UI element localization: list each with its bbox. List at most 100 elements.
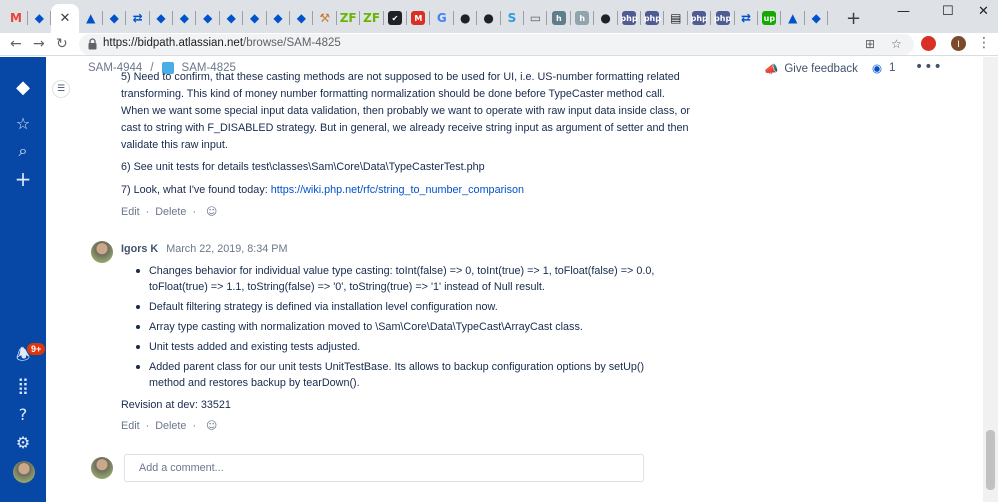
reload-button[interactable]: ↻ — [56, 36, 68, 52]
comment-item-6: 6) See unit tests for details test\class… — [121, 161, 485, 173]
rfc-link[interactable]: https://wiki.php.net/rfc/string_to_numbe… — [271, 184, 524, 196]
add-reaction-icon[interactable]: ☺ — [206, 205, 217, 218]
extension-stop-icon[interactable] — [921, 36, 936, 51]
create-icon[interactable]: + — [13, 167, 33, 191]
browser-tab[interactable]: ◆ — [244, 5, 266, 31]
minimize-button[interactable]: — — [897, 4, 910, 19]
browser-tab[interactable]: M — [407, 5, 429, 31]
delete-comment-button[interactable]: Delete — [155, 420, 186, 432]
browser-tab[interactable]: ◆ — [28, 5, 50, 31]
jira-icon: ◆ — [226, 11, 236, 25]
watch-button[interactable]: ◉ 1 — [872, 61, 895, 75]
more-actions-icon[interactable]: ••• — [915, 59, 943, 75]
browser-tab[interactable]: ⇄ — [735, 5, 757, 31]
app-switcher-icon[interactable]: ⣿ — [13, 375, 33, 395]
browser-tab[interactable]: ⇄ — [127, 5, 149, 31]
translate-icon[interactable]: ⊞ — [865, 37, 875, 51]
browser-tab[interactable]: ◆ — [805, 5, 827, 31]
browser-tab[interactable]: G — [431, 5, 453, 31]
browser-tab[interactable]: ▲ — [80, 5, 102, 31]
github-icon: ● — [483, 11, 494, 25]
browser-tab[interactable]: ◆ — [150, 5, 172, 31]
browser-tab[interactable]: ▤ — [665, 5, 687, 31]
close-window-button[interactable]: ✕ — [978, 4, 989, 19]
forward-button[interactable]: → — [33, 36, 45, 52]
page-scrollbar[interactable] — [983, 57, 998, 502]
php-icon: php — [620, 11, 638, 25]
jira-icon: ◆ — [203, 11, 213, 25]
browser-tab[interactable]: ◆ — [290, 5, 312, 31]
upwork-icon: up — [762, 11, 777, 25]
browser-tab[interactable]: ◆ — [103, 5, 125, 31]
browser-tab[interactable]: h — [571, 5, 593, 31]
h-icon: h — [551, 11, 566, 25]
list-item: Added parent class for our unit tests Un… — [134, 359, 664, 391]
comment-bullet-list: Changes behavior for individual value ty… — [134, 263, 664, 395]
comment-item-7: 7) Look, what I've found today: https://… — [121, 184, 524, 196]
browser-tab[interactable]: ● — [478, 5, 500, 31]
browser-tab[interactable]: ◆ — [173, 5, 195, 31]
jira-logo-icon[interactable]: ◆ — [13, 77, 33, 98]
eye-icon: ◉ — [872, 61, 883, 75]
settings-gear-icon[interactable]: ⚙ — [13, 432, 33, 452]
confluence-icon: ▲ — [788, 11, 798, 25]
maximize-button[interactable]: ☐ — [942, 4, 954, 19]
comment-author-avatar[interactable] — [91, 241, 113, 263]
address-bar[interactable]: https://bidpath.atlassian.net/browse/SAM… — [79, 34, 914, 55]
google-icon: G — [436, 11, 447, 25]
new-tab-button[interactable]: + — [846, 8, 861, 29]
s-icon: S — [507, 11, 517, 25]
help-icon[interactable]: ? — [13, 404, 33, 424]
browser-tab[interactable]: ZF — [361, 5, 383, 31]
jira-icon: ◆ — [109, 11, 119, 25]
browser-tab[interactable]: M — [5, 5, 27, 31]
back-button[interactable]: ← — [10, 36, 22, 52]
browser-tab[interactable]: ◆ — [220, 5, 242, 31]
search-icon[interactable]: ⌕ — [13, 141, 33, 161]
edit-comment-button[interactable]: Edit — [121, 420, 140, 432]
edit-comment-button[interactable]: Edit — [121, 206, 140, 218]
browser-tab[interactable]: ◆ — [267, 5, 289, 31]
starred-icon[interactable]: ☆ — [13, 113, 33, 133]
browser-tab[interactable]: ◆ — [197, 5, 219, 31]
browser-menu-icon[interactable]: ⋮ — [977, 35, 991, 51]
give-feedback-button[interactable]: 📣 Give feedback — [764, 62, 858, 76]
browser-tab[interactable]: php — [618, 5, 640, 31]
browser-tab[interactable]: S — [501, 5, 523, 31]
php-icon: php — [714, 11, 731, 25]
add-comment-input[interactable]: Add a comment... — [124, 454, 644, 482]
browser-tab[interactable]: php — [641, 5, 663, 31]
watch-count: 1 — [889, 62, 896, 74]
add-reaction-icon[interactable]: ☺ — [206, 419, 217, 432]
browser-tab[interactable]: php — [688, 5, 710, 31]
delete-comment-button[interactable]: Delete — [155, 206, 186, 218]
browser-toolbar: ← → ↻ https://bidpath.atlassian.net/brow… — [0, 33, 998, 56]
browser-tab[interactable]: h — [548, 5, 570, 31]
list-item: Unit tests added and existing tests adju… — [134, 339, 664, 355]
comment-line: When we want some special input data val… — [121, 105, 690, 117]
comment-timestamp: March 22, 2019, 8:34 PM — [166, 243, 288, 255]
sync-icon: ⇄ — [740, 11, 752, 25]
zf-icon: ZF — [363, 11, 381, 25]
h-icon: h — [575, 11, 590, 25]
browser-tab[interactable]: ⚒ — [314, 5, 336, 31]
jira-icon: ◆ — [296, 11, 306, 25]
list-item: Changes behavior for individual value ty… — [134, 263, 664, 295]
browser-tab[interactable]: ZF — [337, 5, 359, 31]
comment-author-name[interactable]: Igors K — [121, 243, 158, 255]
bookmark-star-icon[interactable]: ☆ — [891, 37, 902, 51]
browser-tab[interactable]: ● — [454, 5, 476, 31]
browser-tab[interactable]: php — [712, 5, 734, 31]
browser-tab[interactable]: ▲ — [782, 5, 804, 31]
scrollbar-thumb[interactable] — [986, 430, 995, 490]
zf-icon: ZF — [339, 11, 357, 25]
browser-tab[interactable]: up — [758, 5, 780, 31]
browser-tab[interactable]: ▭ — [524, 5, 546, 31]
browser-tab[interactable]: ● — [595, 5, 617, 31]
browser-tab[interactable]: ✔ — [384, 5, 406, 31]
sidebar-expand-icon[interactable]: ☰ — [52, 80, 70, 98]
active-tab-close-icon[interactable]: ✕ — [51, 4, 79, 33]
comment-line: cast to string with F_DISABLED strategy.… — [121, 122, 689, 134]
user-avatar[interactable] — [13, 461, 35, 483]
profile-avatar[interactable]: I — [951, 36, 966, 51]
